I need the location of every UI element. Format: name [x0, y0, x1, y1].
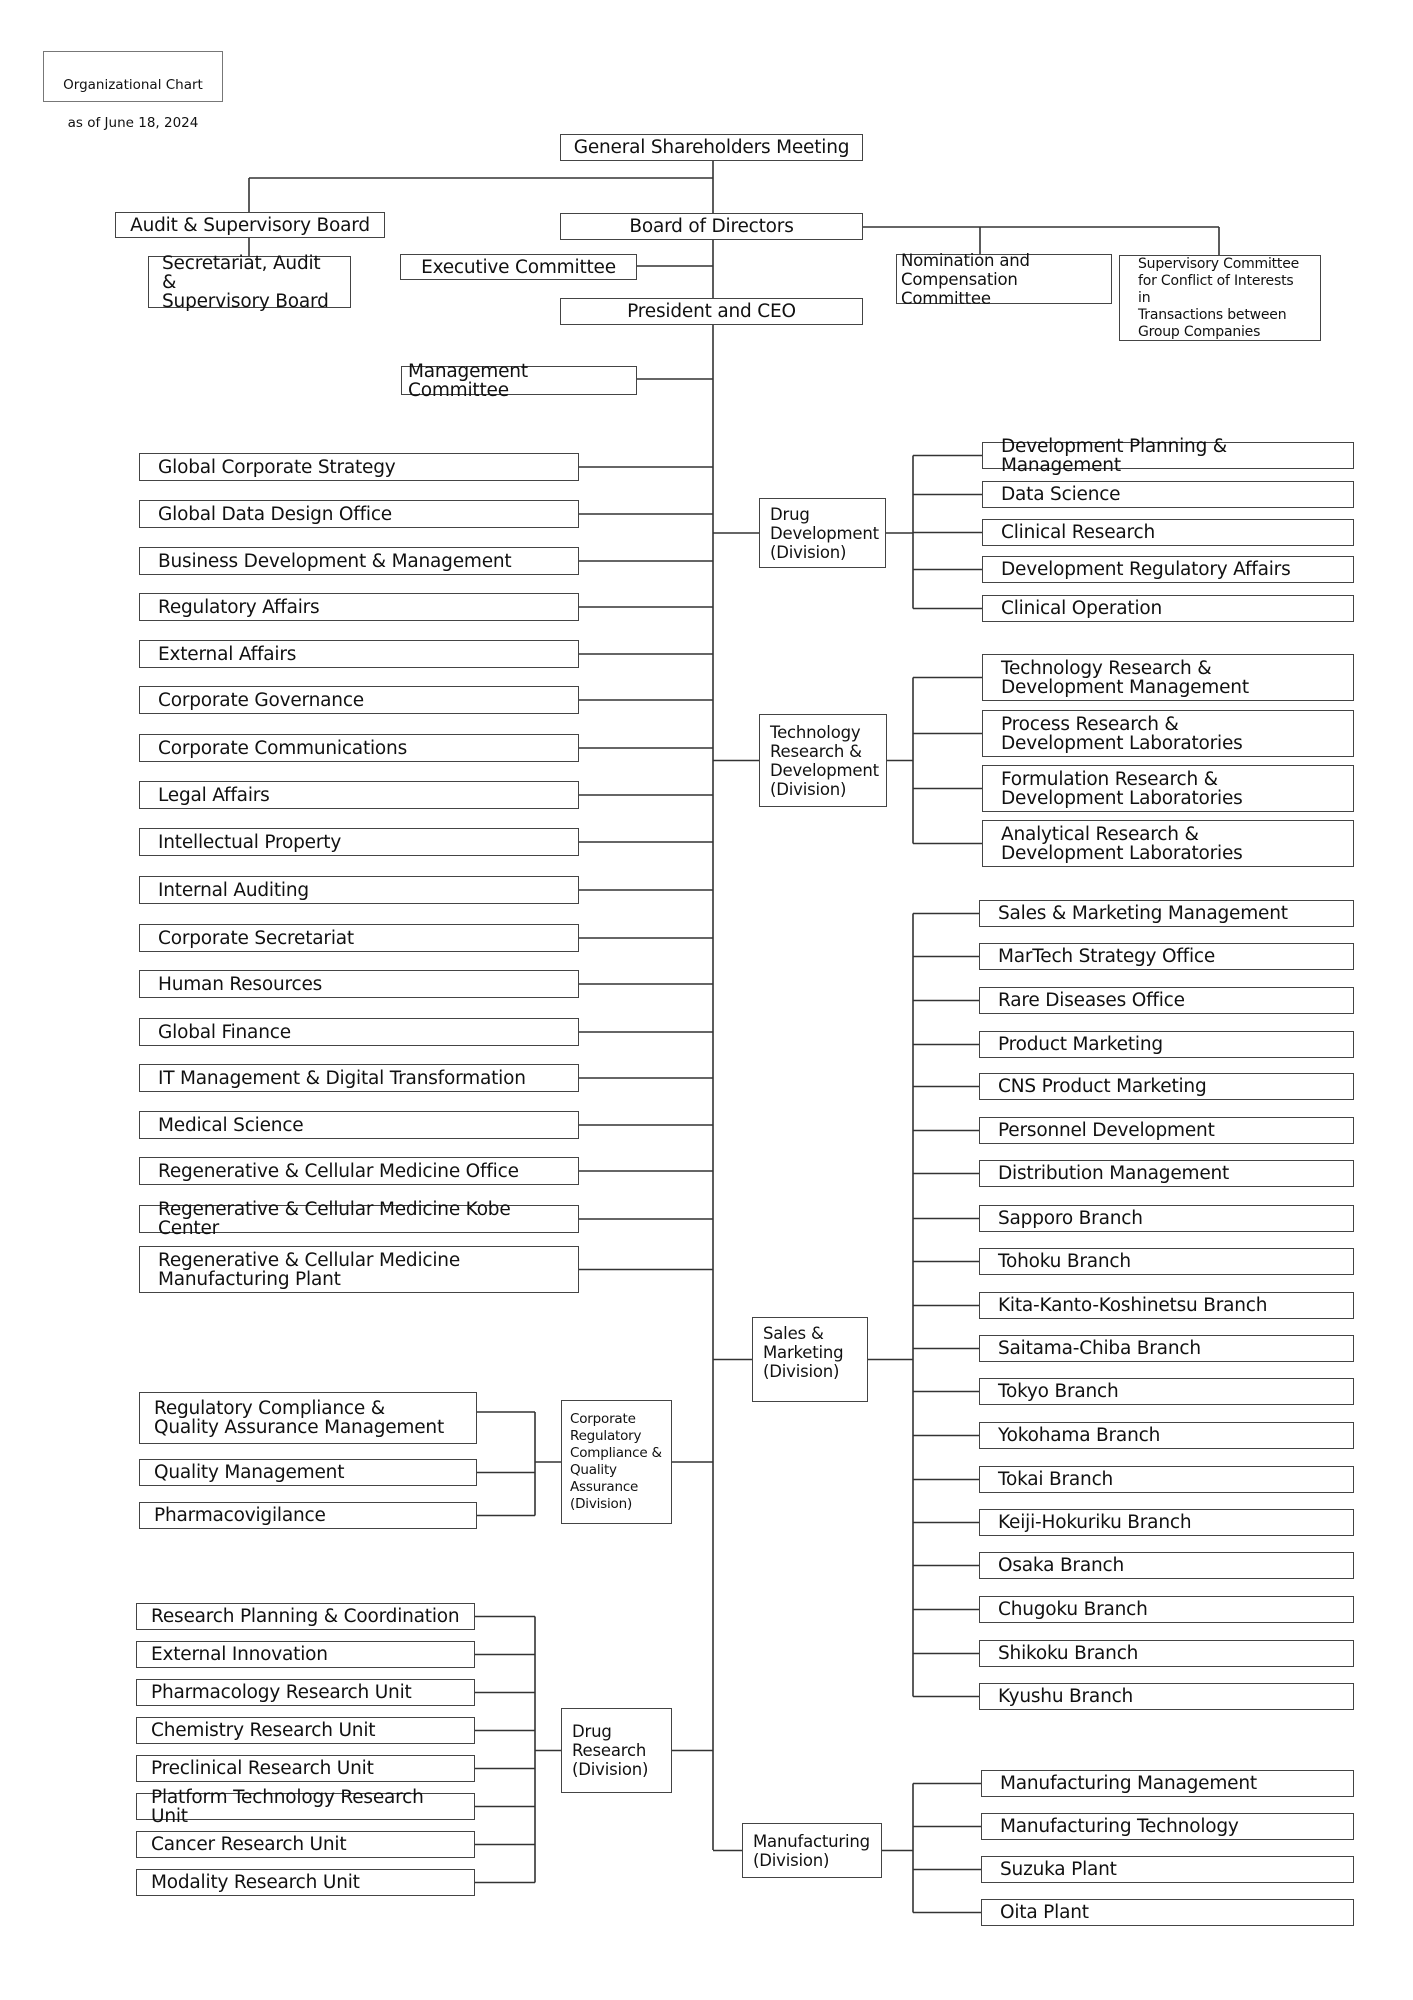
unit-box: Keiji-Hokuriku Branch [979, 1509, 1354, 1536]
board-of-directors-box: Board of Directors [560, 213, 863, 240]
unit-box: Quality Management [139, 1459, 477, 1486]
unit-box: Rare Diseases Office [979, 987, 1354, 1014]
unit-box: Personnel Development [979, 1117, 1354, 1144]
department-box: Global Finance [139, 1018, 579, 1046]
division-box-regulatory-quality: Corporate Regulatory Compliance & Qualit… [561, 1400, 672, 1524]
department-box: External Affairs [139, 640, 579, 668]
unit-box: CNS Product Marketing [979, 1073, 1354, 1100]
department-box: Corporate Communications [139, 734, 579, 762]
department-box: Regenerative & Cellular Medicine Manufac… [139, 1246, 579, 1293]
unit-box: Distribution Management [979, 1160, 1354, 1187]
unit-box: Tokai Branch [979, 1466, 1354, 1493]
audit-supervisory-board-box: Audit & Supervisory Board [115, 212, 385, 238]
department-box: Regenerative & Cellular Medicine Kobe Ce… [139, 1200, 579, 1238]
unit-box: Sales & Marketing Management [979, 900, 1354, 927]
unit-box: Development Regulatory Affairs [982, 556, 1354, 583]
division-box-drug-development: Drug Development (Division) [759, 498, 886, 568]
executive-committee-box: Executive Committee [400, 254, 637, 280]
shareholders-meeting-box: General Shareholders Meeting [560, 134, 863, 161]
division-box-sales-marketing: Sales & Marketing (Division) [752, 1317, 868, 1402]
president-ceo-box: President and CEO [560, 298, 863, 325]
unit-box: Platform Technology Research Unit [136, 1788, 475, 1826]
unit-box: Cancer Research Unit [136, 1831, 475, 1858]
unit-box: External Innovation [136, 1641, 475, 1668]
unit-box: Sapporo Branch [979, 1205, 1354, 1232]
unit-box: Oita Plant [981, 1899, 1354, 1926]
unit-box: Yokohama Branch [979, 1422, 1354, 1449]
department-box: Internal Auditing [139, 876, 579, 904]
unit-box: Suzuka Plant [981, 1856, 1354, 1883]
department-box: Human Resources [139, 970, 579, 998]
department-box: Regulatory Affairs [139, 593, 579, 621]
unit-box: Product Marketing [979, 1031, 1354, 1058]
unit-box: Preclinical Research Unit [136, 1755, 475, 1782]
department-box: Global Data Design Office [139, 500, 579, 528]
unit-box: Tohoku Branch [979, 1248, 1354, 1275]
unit-box: Technology Research & Development Manage… [982, 654, 1354, 701]
department-box: Corporate Secretariat [139, 924, 579, 952]
nomination-committee-box: Nomination and Compensation Committee [896, 251, 1112, 308]
unit-box: Saitama-Chiba Branch [979, 1335, 1354, 1362]
department-box: Medical Science [139, 1111, 579, 1139]
unit-box: Kita-Kanto-Koshinetsu Branch [979, 1292, 1354, 1319]
unit-box: Tokyo Branch [979, 1378, 1354, 1405]
unit-box: Pharmacology Research Unit [136, 1679, 475, 1706]
division-box-drug-research: Drug Research (Division) [561, 1708, 672, 1793]
unit-box: Manufacturing Management [981, 1770, 1354, 1797]
unit-box: Osaka Branch [979, 1552, 1354, 1579]
chart-date: as of June 18, 2024 [67, 115, 199, 131]
chart-title: Organizational Chart as of June 18, 2024 [43, 51, 223, 131]
unit-box: Analytical Research & Development Labora… [982, 820, 1354, 867]
division-box-technology-rd: Technology Research & Development (Divis… [759, 714, 887, 807]
unit-box: Formulation Research & Development Labor… [982, 765, 1354, 812]
department-box: Corporate Governance [139, 686, 579, 714]
department-box: IT Management & Digital Transformation [139, 1064, 579, 1092]
unit-box: Chugoku Branch [979, 1596, 1354, 1623]
unit-box: Pharmacovigilance [139, 1502, 477, 1529]
unit-box: Development Planning & Management [982, 437, 1354, 475]
unit-box: Data Science [982, 481, 1354, 508]
department-box: Legal Affairs [139, 781, 579, 809]
division-box-manufacturing: Manufacturing (Division) [742, 1823, 882, 1878]
unit-box: Process Research & Development Laborator… [982, 710, 1354, 757]
unit-box: Clinical Research [982, 519, 1354, 546]
unit-box: Manufacturing Technology [981, 1813, 1354, 1840]
unit-box: Regulatory Compliance & Quality Assuranc… [139, 1392, 477, 1444]
unit-box: Chemistry Research Unit [136, 1717, 475, 1744]
audit-secretariat-box: Secretariat, Audit & Supervisory Board [148, 254, 351, 311]
department-box: Intellectual Property [139, 828, 579, 856]
unit-box: Modality Research Unit [136, 1869, 475, 1896]
department-box: Business Development & Management [139, 547, 579, 575]
chart-title-line1: Organizational Chart [63, 77, 203, 93]
management-committee-box: Management Committee [401, 362, 637, 400]
department-box: Regenerative & Cellular Medicine Office [139, 1157, 579, 1185]
unit-box: Shikoku Branch [979, 1640, 1354, 1667]
unit-box: MarTech Strategy Office [979, 943, 1354, 970]
unit-box: Research Planning & Coordination [136, 1603, 475, 1630]
conflict-committee-box: Supervisory Committee for Conflict of In… [1119, 255, 1321, 341]
unit-box: Kyushu Branch [979, 1683, 1354, 1710]
unit-box: Clinical Operation [982, 595, 1354, 622]
department-box: Global Corporate Strategy [139, 453, 579, 481]
